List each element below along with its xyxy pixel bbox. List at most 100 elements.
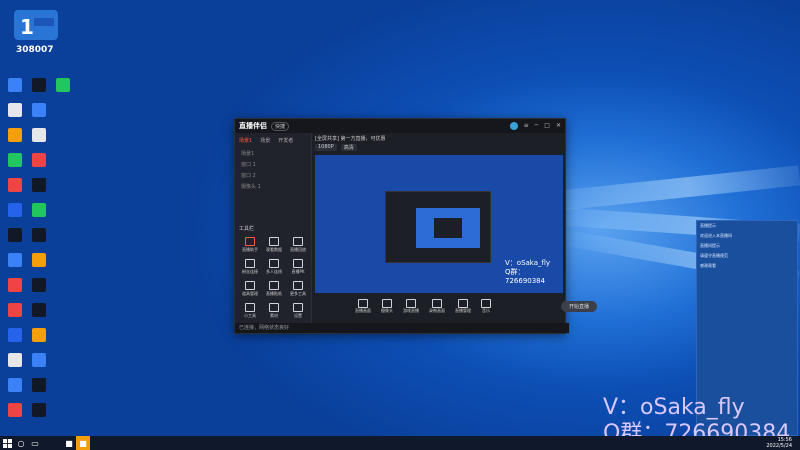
- game-button-label: 游戏直播: [403, 307, 419, 313]
- desktop-icon[interactable]: [2, 78, 28, 94]
- desktop-icon[interactable]: [26, 328, 52, 344]
- desktop-icon[interactable]: [2, 378, 28, 394]
- record-button[interactable]: 录制画面: [429, 298, 445, 314]
- tool-item[interactable]: 观看数据: [263, 237, 285, 253]
- record-icon: [432, 298, 442, 308]
- tool-item[interactable]: 直播贴纸: [263, 281, 285, 297]
- preview-watermark-line1: V：oSaka_fly: [505, 259, 551, 267]
- desktop-icon[interactable]: [2, 328, 28, 344]
- desktop-icon[interactable]: [26, 278, 52, 294]
- desktop-icon-image: [32, 378, 46, 392]
- tool-item[interactable]: 素材: [263, 303, 285, 319]
- desktop-icon-image: [32, 328, 46, 342]
- tool-label: 设置: [294, 313, 302, 318]
- scene-item[interactable]: 摄像头 1: [235, 181, 311, 192]
- avatar[interactable]: [509, 122, 518, 130]
- start-button[interactable]: [0, 436, 14, 450]
- app-badge[interactable]: 快捷: [271, 121, 290, 131]
- desktop-icon[interactable]: [26, 178, 52, 194]
- tool-item[interactable]: 更多工具: [287, 281, 309, 297]
- music-button[interactable]: 音乐: [481, 298, 491, 314]
- desktop-icon[interactable]: [26, 228, 52, 244]
- desktop-icon[interactable]: [2, 178, 28, 194]
- music-button-label: 音乐: [482, 307, 490, 313]
- task-view-icon[interactable]: ▭: [28, 436, 42, 450]
- tool-label: 粉丝连接: [242, 269, 258, 274]
- desktop-icon[interactable]: [26, 128, 52, 144]
- game-button[interactable]: 游戏直播: [403, 298, 419, 314]
- minimize-icon[interactable]: ─: [535, 122, 539, 130]
- close-icon[interactable]: ✕: [556, 122, 561, 130]
- search-icon[interactable]: ○: [14, 436, 28, 450]
- manage-button[interactable]: 直播管理: [455, 298, 471, 314]
- desktop-icon-image: [8, 78, 22, 92]
- preview-canvas[interactable]: V：oSaka_fly Q群：726690384: [315, 155, 563, 293]
- desktop-icon-image: [32, 178, 46, 192]
- tool-item[interactable]: 小工具: [239, 303, 261, 319]
- desktop-icon[interactable]: [2, 153, 28, 169]
- tab-scene[interactable]: 场景: [260, 137, 270, 144]
- tool-icon: [293, 259, 303, 268]
- tool-item[interactable]: 粉丝连接: [239, 259, 261, 275]
- desktop-icon-image: [32, 103, 46, 117]
- desktop-icon[interactable]: [2, 253, 28, 269]
- desktop-icon-image: [8, 353, 22, 367]
- desktop-icon-image: [32, 128, 46, 142]
- tool-item[interactable]: 直播PK: [287, 259, 309, 275]
- desktop-icon[interactable]: [2, 228, 28, 244]
- desktop-icon[interactable]: [26, 78, 52, 94]
- scene-item[interactable]: 场景1: [235, 148, 311, 159]
- desktop-icon[interactable]: [2, 403, 28, 419]
- desktop-icon[interactable]: [2, 303, 28, 319]
- desktop-icon[interactable]: [2, 278, 28, 294]
- desktop-icon[interactable]: [26, 353, 52, 369]
- desktop-icon-image: [32, 403, 46, 417]
- tool-item[interactable]: 多人连线: [263, 259, 285, 275]
- desktop-icon[interactable]: [50, 78, 76, 94]
- menu-icon[interactable]: ≡: [524, 122, 529, 130]
- desktop-icon[interactable]: [26, 378, 52, 394]
- live-companion-window[interactable]: 直播伴侣 快捷 ≡ ─ □ ✕ 场景1 场景 开发者 场景1 窗口 1 窗口 2…: [234, 118, 597, 334]
- desktop-icon-image: [8, 128, 22, 142]
- taskbar-app-icon[interactable]: ■: [62, 436, 76, 450]
- preview-watermark: V：oSaka_fly Q群：726690384: [505, 259, 563, 286]
- tool-item[interactable]: 设置: [287, 303, 309, 319]
- desktop-icon[interactable]: [26, 103, 52, 119]
- tool-icon: [269, 303, 279, 312]
- mode-chip[interactable]: 高清: [340, 144, 357, 151]
- desktop-icon[interactable]: [2, 353, 28, 369]
- tool-label: 观看数据: [266, 247, 282, 252]
- tool-item[interactable]: 道具管理: [239, 281, 261, 297]
- tool-label: 直播助手: [242, 247, 258, 252]
- tool-icon: [293, 281, 303, 290]
- app-brand: 直播伴侣: [239, 122, 267, 130]
- maximize-icon[interactable]: □: [544, 122, 550, 130]
- desktop-icon[interactable]: [26, 253, 52, 269]
- taskbar-clock[interactable]: 15:56 2022/5/24: [766, 437, 800, 449]
- camera-button[interactable]: 摄像头: [381, 298, 393, 314]
- tab-developer[interactable]: 开发者: [278, 137, 293, 144]
- desktop-icon[interactable]: [26, 303, 52, 319]
- tab-scene-1[interactable]: 场景1: [239, 137, 252, 144]
- desktop-icon[interactable]: [26, 153, 52, 169]
- desktop-icon-image: [32, 303, 46, 317]
- desktop-icon[interactable]: [2, 128, 28, 144]
- tool-item[interactable]: 直播助手: [239, 237, 261, 253]
- screen-icon: [358, 298, 368, 308]
- scene-item[interactable]: 窗口 1: [235, 159, 311, 170]
- go-live-button[interactable]: 开始直播: [560, 300, 597, 312]
- preview-header: [全屏共享] 第一方直播，可优惠 1080P 高清: [315, 135, 561, 153]
- desktop-icon-image: [8, 153, 22, 167]
- taskbar: ○ ▭ ■ ■ 15:56 2022/5/24: [0, 436, 800, 450]
- screen-button[interactable]: 直播画面: [355, 298, 371, 314]
- scene-item[interactable]: 窗口 2: [235, 170, 311, 181]
- desktop-icon[interactable]: [26, 403, 52, 419]
- desktop-icon[interactable]: [2, 103, 28, 119]
- desktop-icon-image: [56, 78, 70, 92]
- taskbar-app-icon[interactable]: ■: [76, 436, 90, 450]
- mode-chip[interactable]: 1080P: [315, 144, 337, 151]
- status-bar: 已连接，网络状态良好: [235, 323, 569, 333]
- tool-item[interactable]: 直播回放: [287, 237, 309, 253]
- desktop-icon[interactable]: [26, 203, 52, 219]
- desktop-icon[interactable]: [2, 203, 28, 219]
